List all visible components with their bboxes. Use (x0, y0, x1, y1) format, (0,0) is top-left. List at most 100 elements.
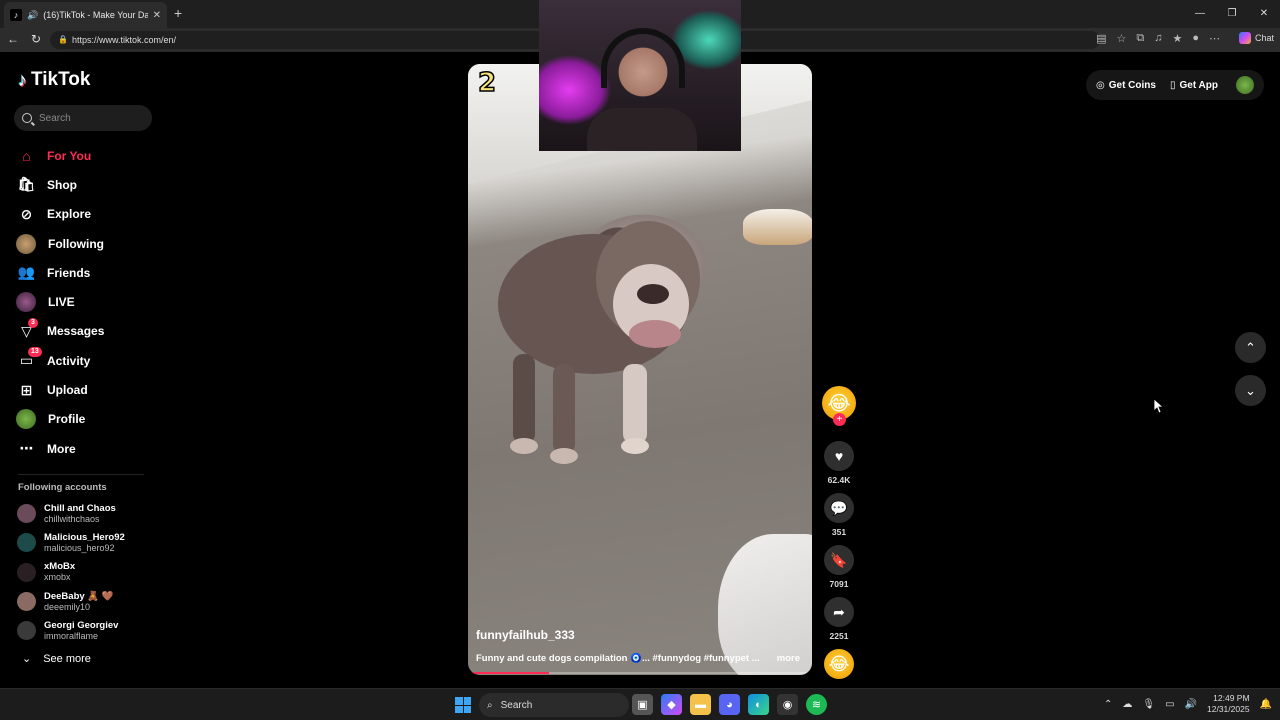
video-description: Funny and cute dogs compilation 🧿... #fu… (476, 653, 760, 664)
get-app-button[interactable]: ▯ Get App (1170, 80, 1218, 91)
bookmark-icon: 🔖 (830, 551, 848, 568)
task-view-icon[interactable]: ▣ (632, 694, 653, 715)
media-icon[interactable]: ♫ (1154, 32, 1162, 45)
webcam-person (587, 108, 697, 151)
messages-icon: ▽ 3 (18, 317, 38, 340)
following-account-item[interactable]: Chill and Chaos chillwithchaos (17, 499, 157, 528)
sidebar-item-shop[interactable]: 🛍 Shop (14, 170, 164, 199)
save-button[interactable]: 🔖 (824, 545, 854, 575)
avatar (17, 504, 36, 524)
sidebar-item-label: Following (48, 236, 104, 251)
lock-icon: 🔒 (58, 35, 68, 44)
description-more-button[interactable]: more (777, 653, 800, 664)
following-account-item[interactable]: Georgi Georgiev immoralflame (17, 616, 157, 645)
search-icon (22, 113, 32, 123)
sidebar-item-explore[interactable]: ⊘ Explore (14, 200, 164, 229)
chat-label: Chat (1254, 33, 1274, 43)
sidebar-nav: ⌂ For You 🛍 Shop ⊘ Explore Following 👥 F… (14, 141, 164, 463)
sidebar-item-messages[interactable]: ▽ 3 Messages (14, 317, 164, 346)
comment-button[interactable]: 💬 (824, 493, 854, 523)
taskbar-clock[interactable]: 12:49 PM 12/31/2025 (1207, 693, 1250, 715)
favorite-star-icon[interactable]: ☆ (1116, 32, 1126, 45)
following-account-item[interactable]: xMoBx xmobx (17, 558, 157, 587)
sidebar-item-profile[interactable]: Profile (14, 405, 164, 434)
volume-icon[interactable]: 🔊 (1185, 699, 1197, 710)
copilot-chat-button[interactable]: Chat (1238, 32, 1274, 44)
avatar (17, 533, 36, 553)
top-right-actions: ◎ Get Coins ▯ Get App (1086, 70, 1264, 100)
user-avatar[interactable] (1236, 76, 1254, 94)
like-button[interactable]: ♥ (824, 441, 854, 471)
music-disc-icon[interactable]: 😂 (824, 649, 854, 679)
sidebar-item-activity[interactable]: ▭ 13 Activity (14, 346, 164, 375)
close-window-button[interactable]: ✕ (1248, 0, 1280, 28)
account-name: Malicious_Hero92 (44, 531, 125, 543)
sidebar-item-label: Activity (47, 353, 91, 368)
sidebar-item-following[interactable]: Following (14, 229, 164, 258)
windows-start-icon[interactable] (455, 697, 471, 713)
speaker-icon[interactable]: 🔊 (27, 10, 38, 21)
network-icon[interactable]: ▭ (1165, 699, 1174, 710)
cloud-icon[interactable]: ☁ (1122, 699, 1132, 710)
sidebar-item-for-you[interactable]: ⌂ For You (14, 141, 164, 170)
next-video-button[interactable]: ⌄ (1235, 375, 1266, 406)
chevron-up-icon[interactable]: ⌃ (1104, 699, 1112, 710)
account-handle: malicious_hero92 (44, 542, 115, 553)
browser-tab[interactable]: ♪ 🔊 (16)TikTok - Make Your Day ✕ (4, 2, 167, 28)
sidebar-item-upload[interactable]: ⊞ Upload (14, 375, 164, 404)
see-more-button[interactable]: ⌄ See more (22, 652, 91, 666)
edge-icon[interactable]: ◐ (748, 694, 769, 715)
follow-plus-icon[interactable]: + (833, 413, 846, 426)
following-accounts-title: Following accounts (18, 482, 107, 493)
save-count: 7091 (829, 579, 849, 589)
extensions-icon[interactable]: ⧉ (1136, 32, 1144, 45)
sidebar-item-label: LIVE (48, 295, 75, 310)
file-explorer-icon[interactable]: ▬ (690, 694, 711, 715)
back-arrow-icon[interactable]: ← (7, 32, 19, 46)
sidebar-item-more[interactable]: ⋯ More (14, 434, 164, 463)
more-icon: ⋯ (19, 440, 34, 457)
video-progress-bar[interactable] (472, 672, 808, 674)
following-account-item[interactable]: DeeBaby 🧸 🤎 deeemily10 (17, 587, 157, 616)
share-button[interactable]: ➦ (824, 597, 854, 627)
video-progress-fill (472, 672, 550, 674)
video-dog (498, 221, 700, 464)
microphone-icon[interactable]: 🎙 (1142, 699, 1155, 710)
close-tab-icon[interactable]: ✕ (153, 10, 161, 21)
sidebar-item-friends[interactable]: 👥 Friends (14, 258, 164, 287)
url-text: https://www.tiktok.com/en/ (72, 35, 177, 45)
creator-avatar[interactable]: 😂 + (822, 386, 856, 426)
obs-icon[interactable]: ◉ (777, 694, 798, 715)
discord-icon[interactable]: ◕ (719, 694, 740, 715)
get-coins-button[interactable]: ◎ Get Coins (1096, 80, 1156, 91)
browser-toolbar: ▤ ☆ ⧉ ♫ ★ ● ⋯ (1096, 32, 1220, 45)
favorites-icon[interactable]: ★ (1172, 32, 1182, 45)
sidebar-item-live[interactable]: LIVE (14, 287, 164, 316)
taskbar-search[interactable]: ⌕ Search (479, 693, 629, 717)
profile-icon[interactable]: ● (1192, 32, 1199, 45)
search-input[interactable]: Search (14, 105, 152, 131)
activity-badge: 13 (28, 347, 42, 358)
notification-icon[interactable]: 🔔 (1260, 699, 1272, 710)
profile-avatar (16, 409, 36, 430)
video-slipper (743, 209, 812, 245)
menu-dots-icon[interactable]: ⋯ (1209, 32, 1220, 45)
maximize-button[interactable]: ❐ (1216, 0, 1248, 28)
spotify-icon[interactable]: ≋ (806, 694, 827, 715)
new-tab-button[interactable]: + (174, 5, 182, 21)
previous-video-button[interactable]: ⌃ (1235, 332, 1266, 363)
video-author[interactable]: funnyfailhub_333 (476, 628, 575, 642)
minimize-button[interactable]: — (1184, 0, 1216, 28)
tiktok-logo[interactable]: ♪ TikTok (18, 69, 90, 91)
like-count: 62.4K (827, 475, 851, 485)
shop-icon: 🛍 (17, 176, 36, 193)
copilot-icon (1238, 32, 1251, 44)
following-account-item[interactable]: Malicious_Hero92 malicious_hero92 (17, 528, 157, 557)
video-player[interactable]: 2 funnyfailhub_333 Funny and cute dogs c… (468, 64, 812, 675)
refresh-icon[interactable]: ↻ (31, 32, 41, 46)
home-icon: ⌂ (22, 147, 31, 164)
reader-icon[interactable]: ▤ (1096, 32, 1106, 45)
chevron-up-icon: ⌃ (1245, 339, 1256, 355)
copilot-app-icon[interactable]: ◆ (661, 694, 682, 715)
tiktok-note-icon: ♪ (18, 69, 27, 90)
